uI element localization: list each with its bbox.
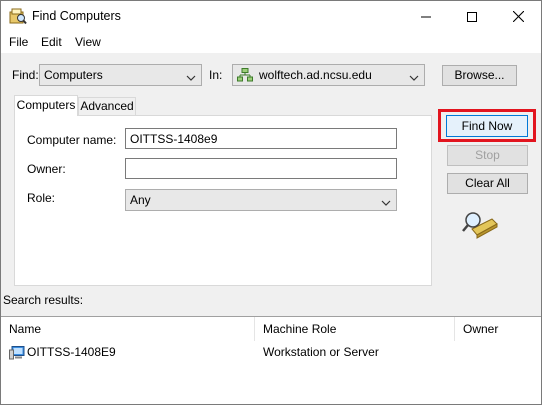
tab-computers[interactable]: Computers xyxy=(14,95,78,116)
computer-name-field[interactable]: OITTSS-1408e9 xyxy=(125,128,397,149)
minimize-button[interactable] xyxy=(403,1,449,32)
window-title: Find Computers xyxy=(32,9,121,23)
role-label: Role: xyxy=(27,191,56,205)
find-computers-window: Find Computers File Edit View Find: Comp… xyxy=(0,0,542,405)
column-header-name[interactable]: Name xyxy=(1,317,255,341)
role-value: Any xyxy=(130,193,151,207)
chevron-down-icon xyxy=(381,196,391,210)
title-bar[interactable]: Find Computers xyxy=(1,1,541,32)
tab-advanced[interactable]: Advanced xyxy=(78,97,136,116)
find-type-value: Computers xyxy=(44,68,103,82)
search-results-label: Search results: xyxy=(3,293,84,307)
column-header-machine-role[interactable]: Machine Role xyxy=(255,317,455,341)
menu-view[interactable]: View xyxy=(75,35,101,49)
domain-dropdown[interactable]: wolftech.ad.ncsu.edu xyxy=(232,64,425,86)
list-item[interactable]: OITTSS-1408E9 Workstation or Server xyxy=(1,343,541,363)
menu-file[interactable]: File xyxy=(9,35,28,49)
find-computers-icon xyxy=(9,8,27,25)
domain-value: wolftech.ad.ncsu.edu xyxy=(259,68,372,82)
find-now-button[interactable]: Find Now xyxy=(446,115,528,137)
in-label: In: xyxy=(209,68,223,82)
computers-tab-panel: Computer name: OITTSS-1408e9 Owner: Role… xyxy=(14,115,432,286)
computer-icon xyxy=(9,346,25,360)
menu-bar: File Edit View xyxy=(1,32,541,53)
chevron-down-icon xyxy=(409,71,419,85)
computer-name-value: OITTSS-1408e9 xyxy=(130,132,218,146)
clear-all-button[interactable]: Clear All xyxy=(447,173,528,194)
domain-icon xyxy=(237,68,253,82)
chevron-down-icon xyxy=(186,71,196,85)
magnifier-search-icon xyxy=(462,211,498,241)
results-list[interactable]: Name Machine Role Owner OITTSS-1408E9 Wo… xyxy=(1,316,541,404)
close-button[interactable] xyxy=(495,1,541,32)
role-dropdown[interactable]: Any xyxy=(125,189,397,211)
find-label: Find: xyxy=(12,68,39,82)
computer-name-label: Computer name: xyxy=(27,133,117,147)
find-type-dropdown[interactable]: Computers xyxy=(39,64,202,86)
maximize-button[interactable] xyxy=(449,1,495,32)
result-machine-role: Workstation or Server xyxy=(263,345,379,359)
column-header-owner[interactable]: Owner xyxy=(455,317,541,341)
menu-edit[interactable]: Edit xyxy=(41,35,62,49)
owner-label: Owner: xyxy=(27,162,66,176)
owner-field[interactable] xyxy=(125,158,397,179)
result-name: OITTSS-1408E9 xyxy=(27,345,116,359)
stop-button[interactable]: Stop xyxy=(447,145,528,166)
browse-button[interactable]: Browse... xyxy=(442,65,517,86)
